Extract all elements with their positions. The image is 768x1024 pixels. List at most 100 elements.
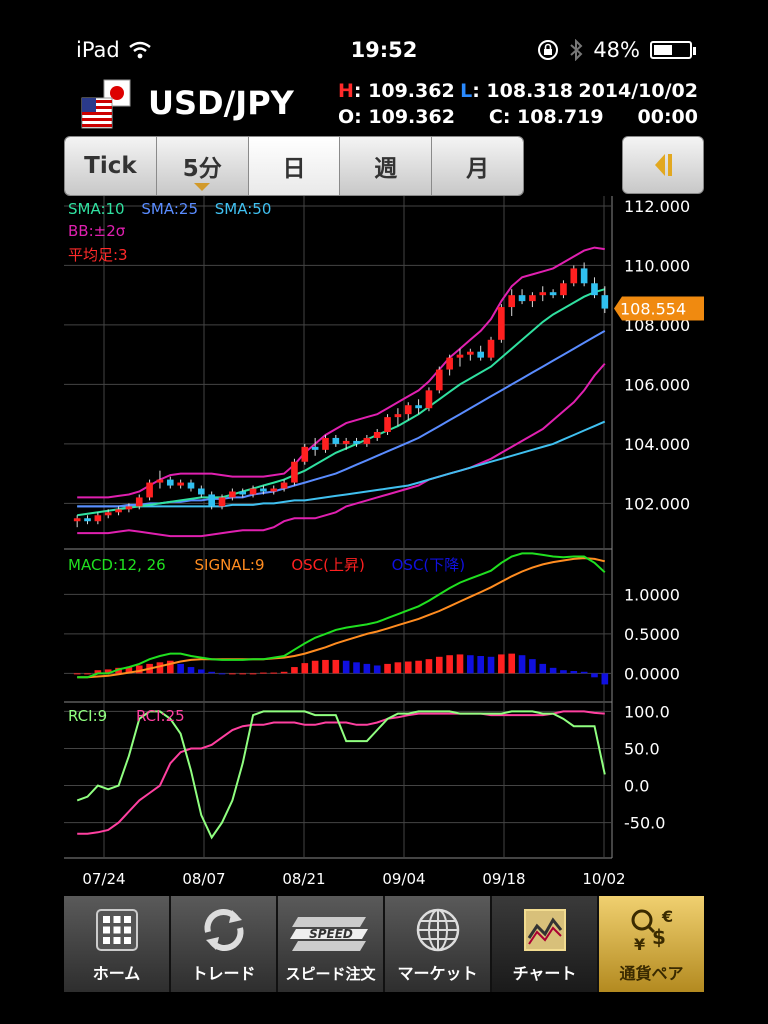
tab-currency-pairs-label: 通貨ペア <box>619 964 684 983</box>
osc-bar <box>456 654 464 674</box>
candle-body <box>166 479 174 486</box>
candle-body <box>291 461 298 483</box>
tab-weekly[interactable]: 週 <box>340 137 433 195</box>
legend-osc-down: OSC(下降) <box>391 556 466 574</box>
candle-body <box>280 482 288 489</box>
candle-body <box>229 491 236 498</box>
ohlc-date: 2014/10/02 <box>578 80 698 102</box>
tab-5min[interactable]: 5分 <box>156 137 249 195</box>
candle-body <box>539 292 547 296</box>
currency-pair-title: USD/JPY <box>148 84 294 122</box>
candle-body <box>332 437 340 444</box>
tab-speed-order[interactable]: SPEED スピード注文 <box>278 896 385 992</box>
tab-tick[interactable]: Tick <box>65 137 157 195</box>
sma50-line <box>77 420 606 508</box>
signal-line <box>77 557 606 679</box>
candle-body <box>487 339 495 358</box>
candle-body <box>125 506 133 510</box>
osc-bar <box>249 673 257 675</box>
y-axis-tick-label: 1.0000 <box>624 585 680 604</box>
tab-5min-label: 5分 <box>182 156 222 182</box>
candle-body <box>249 488 257 495</box>
tab-trade[interactable]: トレード <box>171 896 278 992</box>
osc-bar <box>487 656 495 674</box>
osc-bar <box>404 661 412 674</box>
tab-daily[interactable]: 日 <box>248 137 341 195</box>
osc-bar <box>311 660 319 674</box>
candle-body <box>84 518 91 522</box>
osc-bar <box>322 659 329 674</box>
osc-bar <box>270 672 278 674</box>
x-axis-tick-label: 08/07 <box>182 870 225 888</box>
dropdown-caret-icon <box>194 183 211 191</box>
candle-body <box>353 440 360 444</box>
x-axis-tick-label: 08/21 <box>282 870 325 888</box>
candle-body <box>456 354 464 358</box>
rotation-lock-icon <box>538 40 559 60</box>
legend-row-macd: MACD:12, 26 SIGNAL:9 OSC(上昇) OSC(下降) <box>68 554 465 575</box>
svg-text:$: $ <box>652 925 666 949</box>
legend-row-rci: RCI:9 RCI:25 <box>68 707 185 725</box>
status-right: 48% <box>537 38 696 62</box>
candle-body <box>73 518 81 522</box>
candle-body <box>467 351 474 355</box>
usd-jpy-flag-icon <box>81 79 131 129</box>
low-value: 108.318 <box>486 80 573 102</box>
osc-bar <box>291 667 298 674</box>
collapse-button[interactable] <box>622 136 704 194</box>
osc-bar <box>591 673 598 678</box>
osc-bar <box>260 672 267 674</box>
candle-body <box>477 351 484 358</box>
candle-body <box>425 390 433 409</box>
candle-body <box>384 417 391 432</box>
candle-body <box>435 369 443 391</box>
legend-rci25: RCI:25 <box>135 707 185 725</box>
candle-body <box>301 446 309 462</box>
tab-market[interactable]: マーケット <box>385 896 492 992</box>
sma25-line <box>77 330 606 508</box>
osc-bar <box>467 655 474 674</box>
trade-arrows-icon <box>204 909 243 951</box>
x-axis-tick-label: 07/24 <box>82 870 125 888</box>
legend-macd: MACD:12, 26 <box>68 556 166 574</box>
tab-monthly-label: 月 <box>466 156 490 182</box>
tab-market-label: マーケット <box>397 964 478 983</box>
legend-osc-up: OSC(上昇) <box>291 556 365 574</box>
tab-tick-label: Tick <box>84 153 137 179</box>
osc-bar <box>363 663 371 674</box>
status-bar: iPad 19:52 48% <box>0 0 768 72</box>
bottom-tab-bar: ホーム トレード SPEED スピード注文 マーケット チャート € $ ¥ 通… <box>64 896 704 992</box>
y-axis-tick-label: 106.000 <box>624 375 690 394</box>
high-value: 109.362 <box>368 80 455 102</box>
tab-chart[interactable]: チャート <box>492 896 599 992</box>
open-value: 109.362 <box>368 106 455 128</box>
candle-body <box>146 482 153 498</box>
candle-body <box>373 432 381 438</box>
chart-area[interactable]: 07/24 08/07 08/21 09/04 09/18 10/02 112.000 110… <box>64 196 704 896</box>
candle-body <box>104 512 112 516</box>
osc-bar <box>539 663 547 674</box>
chart-icon <box>523 909 566 951</box>
candle-body <box>601 295 609 309</box>
legend-sma50: SMA:50 <box>214 200 272 218</box>
osc-bar <box>187 667 195 674</box>
chart-svg: 07/24 08/07 08/21 09/04 09/18 10/02 112.000 110… <box>64 196 704 888</box>
rci9-line <box>76 710 606 840</box>
osc-bar <box>342 660 350 674</box>
tab-monthly[interactable]: 月 <box>432 137 523 195</box>
current-price-label: 108.554 <box>620 299 686 318</box>
tab-home[interactable]: ホーム <box>64 896 171 992</box>
candle-body <box>363 437 371 444</box>
osc-bar <box>549 667 557 674</box>
svg-text:¥: ¥ <box>634 935 645 954</box>
osc-bar <box>208 671 215 674</box>
timeframe-tabs: Tick 5分 日 週 月 <box>64 136 524 196</box>
legend-heikin: 平均足:3 <box>68 246 128 264</box>
candle-body <box>446 357 453 370</box>
candle-body <box>498 307 505 340</box>
osc-bar <box>73 673 81 675</box>
y-axis-tick-label: 112.000 <box>624 197 690 216</box>
tab-chart-label: チャート <box>512 964 577 983</box>
tab-currency-pairs[interactable]: € $ ¥ 通貨ペア <box>599 896 704 992</box>
battery-percent: 48% <box>593 38 640 62</box>
